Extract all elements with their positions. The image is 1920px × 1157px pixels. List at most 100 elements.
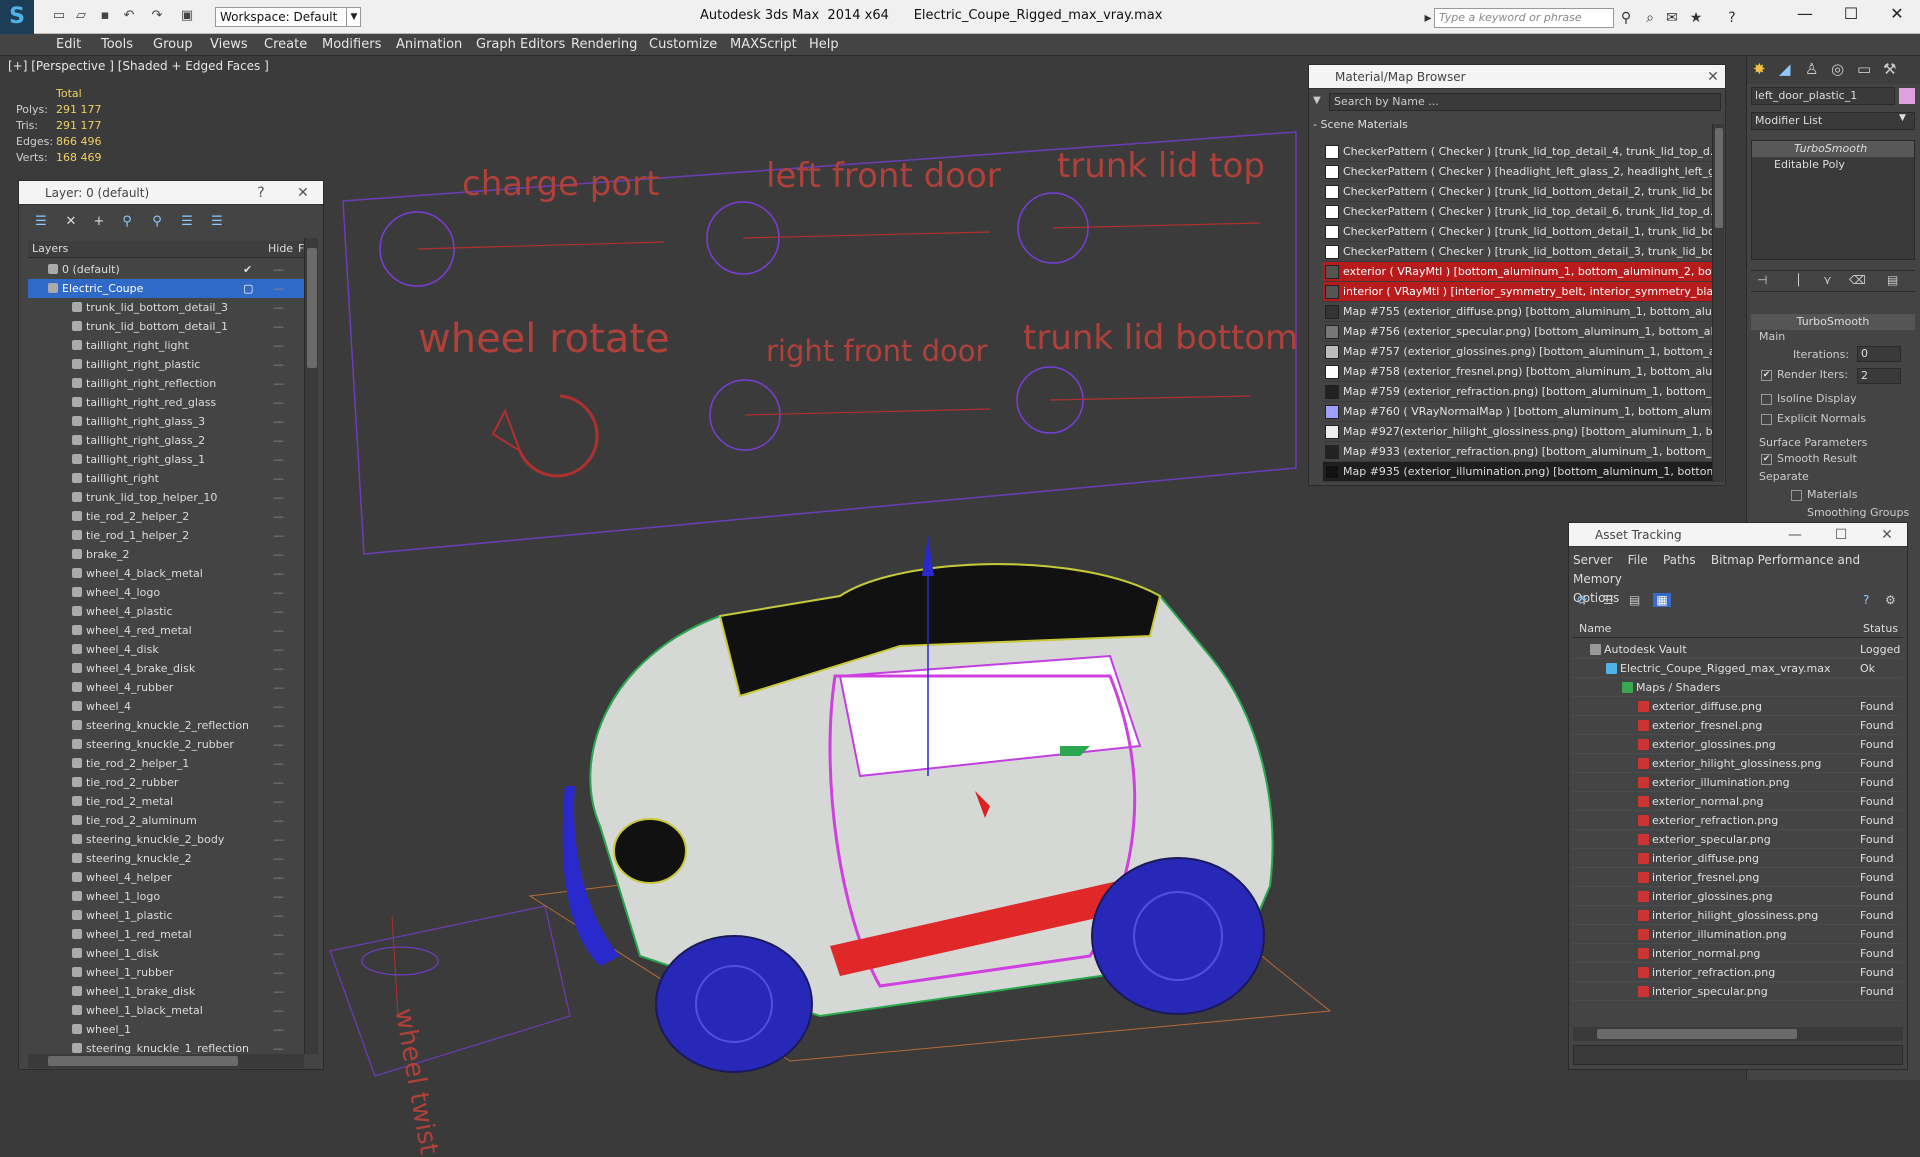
menu-animation[interactable]: Animation	[396, 37, 462, 52]
materials-checkbox[interactable]	[1791, 490, 1802, 501]
hide-toggle[interactable]: —	[273, 602, 287, 621]
layer-row[interactable]: tie_rod_2_metal —	[28, 792, 304, 811]
select-objects-icon[interactable]: ⚲	[118, 213, 136, 231]
close-icon[interactable]: ✕	[1877, 525, 1897, 545]
chevron-down-icon[interactable]: ▼	[1899, 113, 1906, 123]
maximize-icon[interactable]: ☐	[1831, 525, 1851, 545]
delete-layer-icon[interactable]: ✕	[62, 213, 80, 231]
save-file-icon[interactable]: ▪	[96, 7, 114, 25]
hide-toggle[interactable]: —	[273, 564, 287, 583]
asset-row[interactable]: interior_normal.png Found	[1572, 944, 1902, 963]
layer-row[interactable]: wheel_1_brake_disk —	[28, 982, 304, 1001]
asset-row[interactable]: Maps / Shaders	[1572, 678, 1902, 697]
layer-row[interactable]: steering_knuckle_2_rubber —	[28, 735, 304, 754]
layer-row[interactable]: taillight_right_red_glass —	[28, 393, 304, 412]
binoculars-icon[interactable]: ⚲	[1616, 8, 1636, 28]
hide-toggle[interactable]: —	[273, 906, 287, 925]
render-iters-spinner[interactable]: 2	[1857, 368, 1901, 384]
hide-toggle[interactable]: —	[273, 279, 287, 298]
material-browser-title[interactable]: Material/Map Browser	[1309, 65, 1725, 89]
search-input[interactable]: Type a keyword or phrase	[1434, 8, 1614, 28]
hide-toggle[interactable]: —	[273, 849, 287, 868]
communication-icon[interactable]: ✉	[1662, 8, 1682, 28]
asset-row[interactable]: interior_glossines.png Found	[1572, 887, 1902, 906]
hide-toggle[interactable]: —	[273, 583, 287, 602]
create-tab-icon[interactable]: ✸	[1753, 60, 1766, 78]
display-tab-icon[interactable]: ▭	[1857, 60, 1871, 78]
layer-row[interactable]: taillight_right_glass_3 —	[28, 412, 304, 431]
scroll-thumb[interactable]	[1715, 128, 1723, 228]
material-row[interactable]: CheckerPattern ( Checker ) [headlight_le…	[1323, 162, 1712, 182]
turbosmooth-rollout[interactable]: TurboSmooth	[1751, 314, 1915, 330]
layer-row[interactable]: tie_rod_2_aluminum —	[28, 811, 304, 830]
layer-panel-title[interactable]: Layer: 0 (default)	[19, 181, 323, 205]
isoline-checkbox[interactable]	[1761, 394, 1772, 405]
hide-all-layers-icon[interactable]: ☰	[178, 213, 196, 231]
hide-toggle[interactable]: —	[273, 887, 287, 906]
layer-row[interactable]: wheel_1 —	[28, 1020, 304, 1039]
set-active-icon[interactable]: ▢	[243, 279, 257, 298]
scene-materials-group[interactable]: - Scene Materials	[1313, 118, 1408, 131]
refresh-icon[interactable]: ⟳	[1577, 593, 1587, 607]
layer-row[interactable]: wheel_1_plastic —	[28, 906, 304, 925]
pin-stack-icon[interactable]: ⊣	[1757, 273, 1767, 287]
layer-row[interactable]: wheel_1_black_metal —	[28, 1001, 304, 1020]
col-layers[interactable]: Layers	[32, 241, 68, 257]
material-row[interactable]: Map #760 ( VRayNormalMap ) [bottom_alumi…	[1323, 402, 1712, 422]
layer-row[interactable]: wheel_4_disk —	[28, 640, 304, 659]
menu-modifiers[interactable]: Modifiers	[322, 37, 381, 52]
render-iters-checkbox[interactable]: ✔	[1761, 370, 1772, 381]
hide-toggle[interactable]: —	[273, 1020, 287, 1039]
motion-tab-icon[interactable]: ◎	[1831, 60, 1844, 78]
help-icon[interactable]: ?	[251, 183, 271, 203]
hscroll-thumb[interactable]	[48, 1056, 238, 1066]
explicit-normals-checkbox[interactable]	[1761, 414, 1772, 425]
minimize-icon[interactable]: —	[1785, 525, 1805, 545]
hide-toggle[interactable]: —	[273, 792, 287, 811]
search-options-icon[interactable]: ▼	[1313, 95, 1321, 106]
table-view-icon[interactable]: ▦	[1653, 593, 1671, 607]
asset-row[interactable]: exterior_refraction.png Found	[1572, 811, 1902, 830]
configure-sets-icon[interactable]: ▤	[1887, 273, 1898, 287]
asset-row[interactable]: exterior_glossines.png Found	[1572, 735, 1902, 754]
layer-row[interactable]: tie_rod_2_helper_1 —	[28, 754, 304, 773]
col-status[interactable]: Status	[1863, 620, 1898, 638]
hide-toggle[interactable]: —	[273, 1001, 287, 1020]
menu-server[interactable]: Server	[1573, 553, 1612, 567]
favorites-icon[interactable]: ★	[1686, 8, 1706, 28]
search-icon[interactable]: ⌕	[1640, 8, 1660, 28]
asset-row[interactable]: exterior_normal.png Found	[1572, 792, 1902, 811]
menu-edit[interactable]: Edit	[56, 37, 81, 52]
layer-row[interactable]: wheel_4_rubber —	[28, 678, 304, 697]
scroll-thumb[interactable]	[307, 248, 317, 368]
col-name[interactable]: Name	[1579, 620, 1611, 638]
layer-row[interactable]: wheel_4_logo —	[28, 583, 304, 602]
layer-row[interactable]: wheel_4_plastic —	[28, 602, 304, 621]
hide-toggle[interactable]: —	[273, 450, 287, 469]
material-scrollbar[interactable]	[1712, 124, 1724, 482]
stack-item-editable-poly[interactable]: Editable Poly	[1752, 157, 1914, 173]
menu-graph-editors[interactable]: Graph Editors	[476, 37, 565, 52]
close-button[interactable]: ✕	[1874, 0, 1920, 30]
hide-toggle[interactable]: —	[273, 469, 287, 488]
layer-row[interactable]: wheel_1_logo —	[28, 887, 304, 906]
app-logo-icon[interactable]: S	[0, 0, 34, 34]
menu-bitmap-performance[interactable]: Bitmap Performance and Memory	[1573, 553, 1860, 586]
material-row[interactable]: exterior ( VRayMtl ) [bottom_aluminum_1,…	[1323, 262, 1712, 282]
menu-rendering[interactable]: Rendering	[571, 37, 637, 52]
menu-paths[interactable]: Paths	[1663, 553, 1696, 567]
viewport-label[interactable]: [+] [Perspective ] [Shaded + Edged Faces…	[8, 59, 269, 73]
hide-toggle[interactable]: —	[273, 545, 287, 564]
asset-row[interactable]: exterior_illumination.png Found	[1572, 773, 1902, 792]
menu-file[interactable]: File	[1628, 553, 1648, 567]
settings-icon[interactable]: ⚙	[1885, 593, 1896, 607]
layer-row[interactable]: wheel_1_disk —	[28, 944, 304, 963]
undo-icon[interactable]: ↶	[120, 7, 138, 25]
hide-toggle[interactable]: —	[273, 963, 287, 982]
remove-modifier-icon[interactable]: ⌫	[1849, 273, 1866, 287]
close-icon[interactable]: ✕	[1703, 67, 1723, 87]
menu-tools[interactable]: Tools	[101, 37, 133, 52]
menu-views[interactable]: Views	[210, 37, 248, 52]
material-row[interactable]: CheckerPattern ( Checker ) [trunk_lid_to…	[1323, 142, 1712, 162]
layer-row[interactable]: taillight_right_reflection —	[28, 374, 304, 393]
